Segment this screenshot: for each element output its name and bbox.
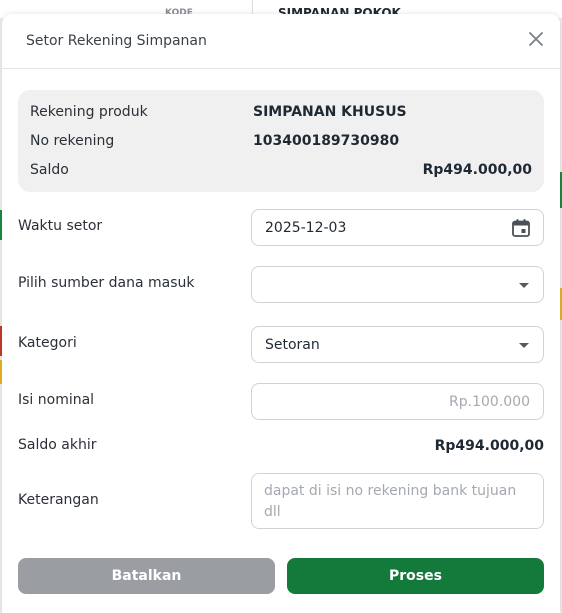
final-balance-value: Rp494.000,00 [434,438,544,454]
chevron-down-icon [519,343,529,348]
balance-label: Saldo [30,162,69,178]
account-number-label: No rekening [30,133,115,149]
close-button[interactable] [524,27,548,51]
nominal-input[interactable] [251,383,544,420]
chevron-down-icon [519,283,529,288]
close-icon [529,32,543,46]
cancel-button[interactable]: Batalkan [18,558,275,594]
process-button[interactable]: Proses [287,558,544,594]
notes-textarea[interactable] [251,473,544,529]
category-value: Setoran [265,337,320,353]
calendar-icon[interactable] [511,218,531,242]
account-number-value: 103400189730980 [253,133,400,149]
fund-source-select[interactable] [251,266,544,303]
product-label: Rekening produk [30,104,148,120]
deposit-modal: Setor Rekening Simpanan Rekening produk … [2,14,560,613]
modal-title: Setor Rekening Simpanan [26,33,207,49]
deposit-time-label: Waktu setor [18,218,103,234]
nominal-label: Isi nominal [18,392,95,408]
product-value: SIMPANAN KHUSUS [253,104,407,120]
category-select[interactable]: Setoran [251,326,544,363]
category-label: Kategori [18,335,77,351]
notes-label: Keterangan [18,492,99,508]
deposit-date-value: 2025-12-03 [265,220,347,236]
fund-source-label: Pilih sumber dana masuk [18,275,195,291]
modal-header: Setor Rekening Simpanan [2,14,560,69]
account-info-box: Rekening produk SIMPANAN KHUSUS No reken… [18,90,544,192]
balance-value: Rp494.000,00 [422,162,532,178]
final-balance-label: Saldo akhir [18,437,97,453]
deposit-date-field[interactable]: 2025-12-03 [251,209,544,246]
